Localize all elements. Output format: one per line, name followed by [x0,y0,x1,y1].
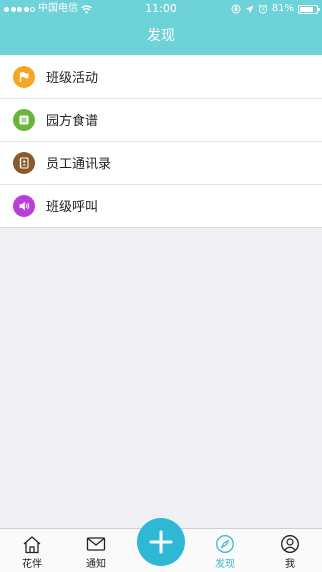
list-item-school-menu[interactable]: 园方食谱 [0,98,322,141]
plus-icon [149,530,173,554]
home-icon [22,534,42,554]
status-bar: 中国电信 11:00 81% [0,0,322,18]
list-item-label: 园方食谱 [46,114,99,129]
page-title: 发现 [147,28,175,44]
tab-me[interactable]: 我 [258,529,322,572]
list-item-class-activity[interactable]: 班级活动 [0,55,322,98]
header: 中国电信 11:00 81% 发现 [0,0,322,55]
mail-icon [86,534,106,554]
tab-label: 我 [285,559,295,570]
tab-label: 花伴 [22,559,42,570]
list-item-label: 班级呼叫 [46,200,99,215]
battery-percent: 81% [271,3,294,14]
battery-icon [298,4,320,14]
user-icon [280,534,300,554]
tab-label: 通知 [86,559,106,570]
tab-label: 发现 [215,559,235,570]
add-button[interactable] [137,518,185,566]
list-item-staff-directory[interactable]: 员工通讯录 [0,141,322,184]
tab-huaban[interactable]: 花伴 [0,529,64,572]
discover-list: 班级活动 园方食谱 员工通讯录 班级呼叫 [0,55,322,228]
alarm-icon [258,4,268,14]
list-item-label: 班级活动 [46,71,99,86]
location-arrow-icon [245,5,254,13]
list-item-label: 员工通讯录 [46,157,112,172]
tab-discover[interactable]: 发现 [193,529,257,572]
contacts-book-icon [13,151,35,174]
speaker-icon [13,194,35,217]
status-right: 81% [231,0,320,18]
list-item-class-call[interactable]: 班级呼叫 [0,184,322,227]
compass-icon [215,534,235,554]
menu-book-icon [13,108,35,131]
rotation-lock-icon [231,4,241,14]
tab-notices[interactable]: 通知 [64,529,128,572]
flag-icon [13,65,35,88]
battery-fill [300,6,313,12]
